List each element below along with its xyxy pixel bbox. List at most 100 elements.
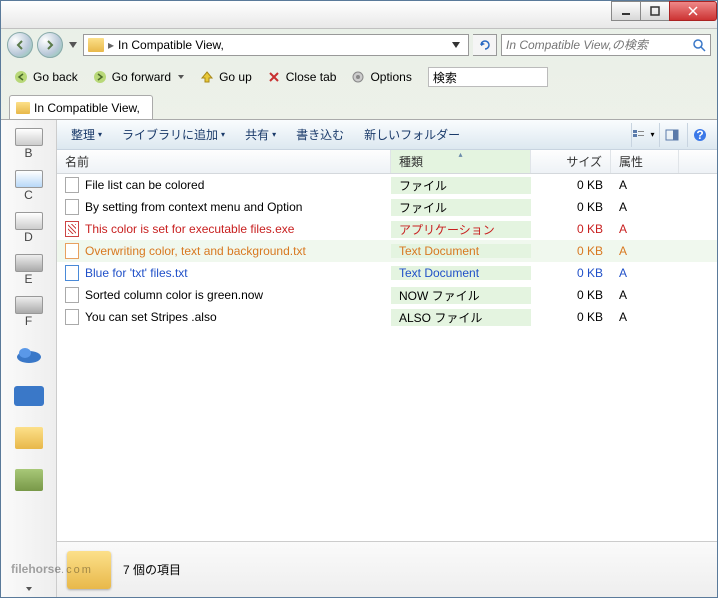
address-bar[interactable]: ▸ (83, 34, 469, 56)
main-area: B C D E F 整理▾ ライブラリに追加▾ 共有▾ 書き込む 新しいフォルダ… (1, 119, 717, 597)
folder-icon (16, 102, 30, 114)
status-count: 7 個の項目 (123, 561, 181, 578)
file-size: 0 KB (531, 266, 611, 280)
file-icon (65, 177, 79, 193)
command-bar: 整理▾ ライブラリに追加▾ 共有▾ 書き込む 新しいフォルダー ▾ ? (57, 120, 717, 150)
file-name: Overwriting color, text and background.t… (85, 244, 306, 258)
maximize-button[interactable] (640, 1, 670, 21)
sidebar-drive-c[interactable]: C (11, 168, 47, 204)
go-up-label: Go up (219, 70, 252, 84)
file-attr: A (611, 288, 679, 302)
toolbar: Go back Go forward Go up Close tab Optio… (1, 61, 717, 93)
options-button[interactable]: Options (344, 65, 417, 89)
go-back-button[interactable]: Go back (7, 65, 84, 89)
col-size[interactable]: サイズ (531, 150, 611, 173)
close-tab-button[interactable]: Close tab (260, 65, 343, 89)
refresh-button[interactable] (473, 34, 497, 56)
folder-icon (88, 38, 104, 52)
gear-icon (350, 69, 366, 85)
column-header: 名前 ▴種類 サイズ 属性 (57, 150, 717, 174)
file-name: File list can be colored (85, 178, 204, 192)
chevron-down-icon[interactable] (177, 75, 185, 79)
arrow-right-icon (92, 69, 108, 85)
preview-pane-button[interactable] (659, 123, 683, 147)
organize-menu[interactable]: 整理▾ (63, 123, 110, 147)
file-attr: A (611, 178, 679, 192)
close-icon (266, 69, 282, 85)
file-size: 0 KB (531, 222, 611, 236)
nav-history-dropdown[interactable] (67, 34, 79, 56)
file-size: 0 KB (531, 178, 611, 192)
svg-text:?: ? (696, 128, 703, 142)
col-type[interactable]: ▴種類 (391, 150, 531, 173)
search-icon (692, 38, 706, 52)
sidebar-drive-f[interactable]: F (11, 294, 47, 330)
view-menu[interactable]: ▾ (631, 123, 655, 147)
file-size: 0 KB (531, 288, 611, 302)
file-type: ファイル (391, 177, 531, 194)
file-icon (65, 265, 79, 281)
address-dropdown[interactable] (448, 42, 464, 48)
file-type: NOW ファイル (391, 287, 531, 304)
file-attr: A (611, 266, 679, 280)
share-menu[interactable]: 共有▾ (237, 123, 284, 147)
file-attr: A (611, 244, 679, 258)
help-button[interactable]: ? (687, 123, 711, 147)
file-row[interactable]: This color is set for executable files.e… (57, 218, 717, 240)
file-row[interactable]: Overwriting color, text and background.t… (57, 240, 717, 262)
file-size: 0 KB (531, 310, 611, 324)
sidebar-drive-b[interactable]: B (11, 126, 47, 162)
arrow-left-icon (13, 69, 29, 85)
file-row[interactable]: By setting from context menu and Optionフ… (57, 196, 717, 218)
file-type: Text Document (391, 244, 531, 258)
file-name: You can set Stripes .also (85, 310, 217, 324)
go-forward-label: Go forward (112, 70, 171, 84)
tab-label: In Compatible View, (34, 101, 140, 115)
file-attr: A (611, 310, 679, 324)
sidebar-folder-1[interactable] (11, 420, 47, 456)
go-up-button[interactable]: Go up (193, 65, 258, 89)
file-type: アプリケーション (391, 221, 531, 238)
col-attr[interactable]: 属性 (611, 150, 679, 173)
close-tab-label: Close tab (286, 70, 337, 84)
file-size: 0 KB (531, 200, 611, 214)
file-row[interactable]: File list can be colored ファイル0 KBA (57, 174, 717, 196)
go-forward-button[interactable]: Go forward (86, 65, 191, 89)
file-type: Text Document (391, 266, 531, 280)
folder-icon (67, 551, 111, 589)
file-type: ALSO ファイル (391, 309, 531, 326)
col-name[interactable]: 名前 (57, 150, 391, 173)
sidebar-drive-d[interactable]: D (11, 210, 47, 246)
file-icon (65, 309, 79, 325)
file-attr: A (611, 222, 679, 236)
file-name: By setting from context menu and Option (85, 200, 302, 214)
address-input[interactable] (118, 38, 444, 52)
toolbar-search-input[interactable] (428, 67, 548, 87)
sidebar-drive-e[interactable]: E (11, 252, 47, 288)
nav-back-button[interactable] (7, 32, 33, 58)
sidebar-onedrive[interactable] (11, 336, 47, 372)
search-input[interactable] (506, 38, 692, 52)
file-list: File list can be coloredファイル0 KBABy sett… (57, 174, 717, 541)
go-back-label: Go back (33, 70, 78, 84)
file-attr: A (611, 200, 679, 214)
new-folder-button[interactable]: 新しいフォルダー (356, 123, 468, 147)
status-bar: 7 個の項目 (57, 541, 717, 597)
file-icon (65, 287, 79, 303)
minimize-button[interactable] (611, 1, 641, 21)
burn-button[interactable]: 書き込む (288, 123, 352, 147)
sidebar-control[interactable] (11, 378, 47, 414)
file-row[interactable]: Blue for 'txt' files.txt Text Document0 K… (57, 262, 717, 284)
file-name: Blue for 'txt' files.txt (85, 266, 188, 280)
add-library-menu[interactable]: ライブラリに追加▾ (114, 123, 233, 147)
sidebar-expand[interactable] (11, 581, 47, 597)
search-box[interactable] (501, 34, 711, 56)
nav-forward-button[interactable] (37, 32, 63, 58)
arrow-up-icon (199, 69, 215, 85)
sidebar-folder-2[interactable] (11, 462, 47, 498)
close-button[interactable] (669, 1, 717, 21)
options-label: Options (370, 70, 411, 84)
tab-active[interactable]: In Compatible View, (9, 95, 153, 119)
file-row[interactable]: Sorted column color is green.nowNOW ファイル… (57, 284, 717, 306)
file-row[interactable]: You can set Stripes .also ALSO ファイル0 KBA (57, 306, 717, 328)
